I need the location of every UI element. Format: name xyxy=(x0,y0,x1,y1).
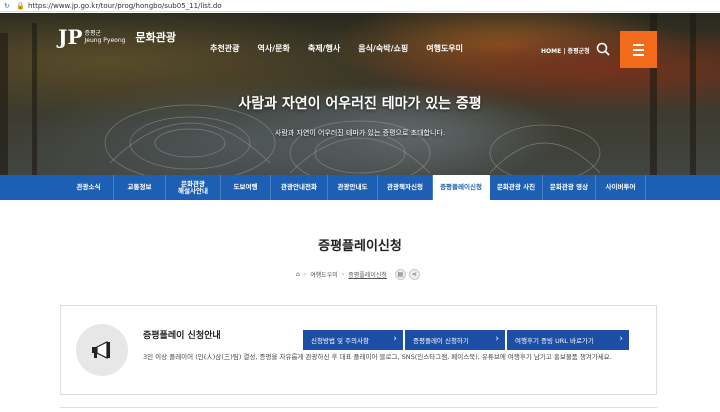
review-url-button[interactable]: 여행후기 증빙 URL 바로가기 › xyxy=(507,330,629,350)
global-nav: 추천관광 역사/문화 축제/행사 음식/숙박/쇼핑 여행도우미 xyxy=(210,43,481,54)
lnb-item-video[interactable]: 문화관광 영상 xyxy=(543,175,596,200)
hero-title: 사람과 자연이 어우러진 테마가 있는 증평 xyxy=(238,96,482,112)
chevron-right-icon: › xyxy=(495,334,499,344)
page-title: 증평플레이신청 xyxy=(318,239,402,254)
divider xyxy=(60,407,657,408)
guide-button-label: 신청방법 및 주의사항 xyxy=(311,337,369,345)
logo-mark: JP xyxy=(58,25,83,49)
local-nav: 관광소식 교통정보 문화관광 해설사안내 도보여행 관광안내전화 관광안내도 관… xyxy=(0,175,720,200)
site-logo[interactable]: JP 증평군 Jeung Pyeong 문화관광 xyxy=(58,25,176,49)
chevron-right-icon: › xyxy=(393,334,397,344)
lock-icon: 🔒 xyxy=(16,1,25,10)
util-links[interactable]: HOME | 증평군청 xyxy=(541,46,590,55)
hero-subtitle: 사람과 자연이 어우러진 테마가 있는 증평으로 초대합니다. xyxy=(274,129,446,137)
info-box: 증평플레이 신청안내 신청방법 및 주의사항 › 증평플레이 신청하기 › 여행… xyxy=(60,305,657,395)
breadcrumb-current[interactable]: 증평플레이신청 xyxy=(348,270,387,279)
lnb-item-photo[interactable]: 문화관광 사진 xyxy=(490,175,543,200)
lnb-item-walking[interactable]: 도보여행 xyxy=(221,175,271,200)
lnb-item-play[interactable]: 증평플레이신청 xyxy=(433,175,490,200)
gnb-item-food[interactable]: 음식/숙박/쇼핑 xyxy=(358,43,408,54)
guide-button[interactable]: 신청방법 및 주의사항 › xyxy=(303,330,403,350)
lnb-item-phone[interactable]: 관광안내전화 xyxy=(271,175,328,200)
info-description: 3인 이상 플레이어 (인(人)삼(三)팀) 결성, 증평을 자유롭게 관광하신… xyxy=(143,353,612,361)
lnb-item-news[interactable]: 관광소식 xyxy=(64,175,114,200)
reload-icon[interactable]: ↻ xyxy=(4,2,12,10)
megaphone-icon xyxy=(76,324,128,376)
lnb-item-guide[interactable]: 문화관광 해설사안내 xyxy=(166,175,221,200)
gnb-item-recommended[interactable]: 추천관광 xyxy=(210,43,239,54)
info-title: 증평플레이 신청안내 xyxy=(143,331,221,341)
lnb-item-booklet[interactable]: 관광책자신청 xyxy=(378,175,433,200)
print-icon[interactable]: ▤ xyxy=(394,269,406,280)
home-icon[interactable]: ⌂ xyxy=(296,271,300,278)
breadcrumb-item[interactable]: 여행도우미 xyxy=(310,270,338,279)
apply-button-label: 증평플레이 신청하기 xyxy=(413,337,469,345)
gnb-item-travel-help[interactable]: 여행도우미 xyxy=(426,43,463,54)
menu-button[interactable] xyxy=(620,31,657,68)
site-name: 문화관광 xyxy=(135,31,176,44)
logo-subtitle: 증평군 Jeung Pyeong xyxy=(84,30,126,44)
breadcrumb: ⌂ › 여행도우미 › 증평플레이신청 ▤ ⋖ xyxy=(296,269,420,280)
lnb-item-cybertour[interactable]: 사이버투어 xyxy=(596,175,646,200)
apply-button[interactable]: 증평플레이 신청하기 › xyxy=(405,330,505,350)
gnb-item-history[interactable]: 역사/문화 xyxy=(257,43,289,54)
lnb-item-map[interactable]: 관광안내도 xyxy=(328,175,378,200)
chevron-right-icon: › xyxy=(619,334,623,344)
review-url-button-label: 여행후기 증빙 URL 바로가기 xyxy=(515,337,594,345)
gnb-item-festival[interactable]: 축제/행사 xyxy=(308,43,340,54)
url-text[interactable]: https://www.jp.go.kr/tour/prog/hongbo/su… xyxy=(28,2,222,10)
lnb-item-traffic[interactable]: 교통정보 xyxy=(114,175,166,200)
hero-banner: JP 증평군 Jeung Pyeong 문화관광 추천관광 역사/문화 축제/행사… xyxy=(0,13,720,175)
address-bar[interactable]: ↻ 🔒 https://www.jp.go.kr/tour/prog/hongb… xyxy=(0,0,720,12)
search-icon[interactable] xyxy=(596,42,610,56)
share-icon[interactable]: ⋖ xyxy=(408,269,420,280)
